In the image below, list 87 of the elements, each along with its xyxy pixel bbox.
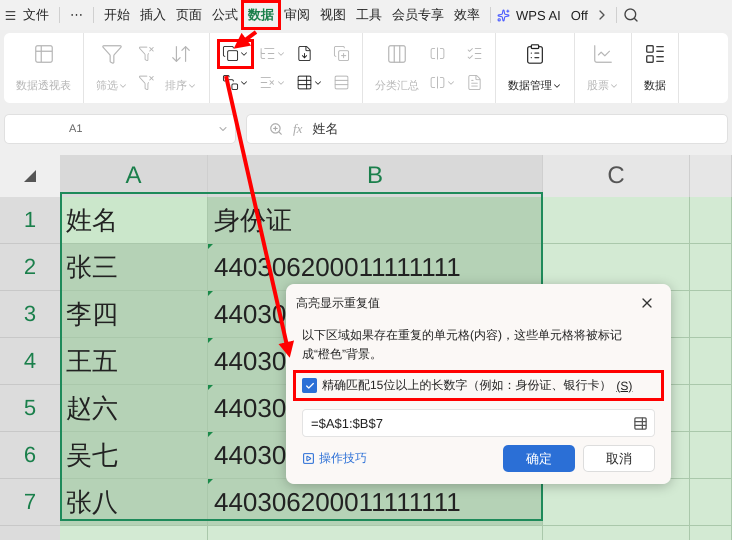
tree-list-icon [259,45,276,62]
menu-tab[interactable]: 文件 [19,3,53,27]
clipboard-icon [524,43,546,65]
table-cell [690,291,732,338]
menu-tab[interactable]: Off [566,4,592,26]
play-icon [302,452,315,465]
row-header[interactable]: 3 [0,291,60,338]
menu-tab[interactable]: 会员专享 [388,3,448,27]
table-cell [690,432,732,479]
check-icon [304,380,314,390]
menu-icon[interactable] [4,8,17,22]
search-icon[interactable] [622,7,639,23]
table-cell: 张八 [60,479,208,526]
select-all-icon[interactable] [24,170,36,182]
error-indicator-icon [208,291,213,296]
table-cell: 赵六 [60,385,208,432]
zoom-icon[interactable] [269,122,283,136]
error-indicator-icon [208,244,213,249]
error-indicator-icon [208,479,213,484]
column-header[interactable] [690,155,732,197]
table-cell: 李四 [60,291,208,338]
table-icon [296,74,313,91]
table-cell [690,338,732,385]
column-header[interactable]: C [543,155,690,197]
tips-link[interactable]: 操作技巧 [302,450,367,467]
table-cell [690,197,732,244]
table-cell: 张三 [60,244,208,291]
table-cell [690,479,732,526]
checklist-icon [466,45,483,62]
table-cell: 姓名 [60,197,208,244]
range-field[interactable]: =$A$1:$B$7 [302,409,655,437]
name-box[interactable]: A1 [4,114,236,144]
table-cell: 王五 [60,338,208,385]
table-cell [690,385,732,432]
row-header[interactable]: 4 [0,338,60,385]
split-icon [429,74,446,91]
copy-plus-icon [333,45,350,62]
range-select-icon[interactable] [633,416,648,430]
ribbon-button[interactable]: 数据管理 [506,39,564,97]
menu-tab[interactable]: 数据 [244,3,278,27]
menu-tab[interactable]: 工具 [352,3,386,27]
column-header[interactable]: A [60,155,208,197]
copy-icon [222,45,239,62]
cancel-button[interactable]: 取消 [583,445,655,472]
sort-arrows-icon [170,43,192,65]
table-icon [32,43,54,65]
menu-tab[interactable]: 审阅 [280,3,314,27]
menu-tab[interactable]: 视图 [316,3,350,27]
shortcut-key: (S) [616,378,632,392]
row-header[interactable]: 5 [0,385,60,432]
funnel-x-icon [138,74,155,91]
file-download-icon [296,45,313,62]
list-icon [644,43,666,65]
line-chart-icon [592,43,614,65]
funnel-icon [101,43,123,65]
menu-tab[interactable]: 效率 [450,3,484,27]
row-header[interactable]: 6 [0,432,60,479]
ribbon-button[interactable]: 数据 [642,39,668,97]
dialog-title: 高亮显示重复值 [296,294,380,312]
menu-tab[interactable]: 开始 [100,3,134,27]
annotation-arrow [234,30,258,49]
menu-tab[interactable]: ⋯ [66,4,87,26]
column-header[interactable]: B [208,155,543,197]
stack-icon [222,74,239,91]
confirm-button[interactable]: 确定 [503,445,575,472]
columns-icon [386,43,408,65]
funnel-x-icon [138,45,155,62]
row-header[interactable]: 7 [0,479,60,526]
list-x-icon [259,74,276,91]
formula-field[interactable]: fx 姓名 [246,114,728,144]
menu-tab[interactable]: 页面 [172,3,206,27]
menu-tab[interactable]: 插入 [136,3,170,27]
sparkle-icon [497,8,510,22]
table-cell: 吴七 [60,432,208,479]
error-indicator-icon [208,432,213,437]
menu-tab[interactable]: 公式 [208,3,242,27]
row-header[interactable]: 2 [0,244,60,291]
menu-tab[interactable]: WPS AI [512,4,565,26]
split-icon [429,45,446,62]
error-indicator-icon [208,338,213,343]
checkbox[interactable] [302,378,317,393]
formula-text: 姓名 [312,120,338,138]
rows-icon [333,74,350,91]
error-indicator-icon [208,385,213,390]
table-cell [690,244,732,291]
row-header[interactable]: 1 [0,197,60,244]
document-icon [466,74,483,91]
